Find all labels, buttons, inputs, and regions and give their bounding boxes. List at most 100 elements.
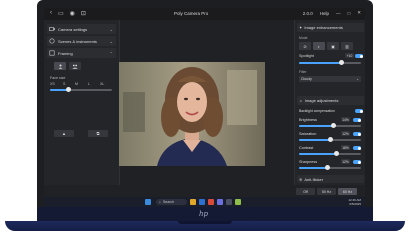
start-icon[interactable] bbox=[145, 199, 151, 205]
back-icon[interactable]: ‹ bbox=[50, 10, 52, 17]
anti-flicker-50hz-button[interactable]: 50 Hz bbox=[317, 188, 336, 195]
app-icon[interactable] bbox=[235, 199, 241, 205]
filter-dropdown[interactable]: Cloudy ⌄ bbox=[299, 76, 361, 82]
laptop-notch bbox=[178, 221, 232, 224]
adjustments-icon: ☼ bbox=[299, 98, 303, 103]
contrast-slider[interactable] bbox=[299, 151, 361, 156]
brightness-toggle[interactable] bbox=[353, 118, 361, 122]
image-adjustments-row[interactable]: ☼ Image adjustments bbox=[297, 96, 364, 105]
taskbar-search[interactable]: ⌕ Search bbox=[156, 199, 187, 205]
camera-settings-label: Camera settings bbox=[58, 26, 88, 32]
anti-flicker-off-button[interactable]: Off bbox=[296, 188, 315, 195]
saturation-toggle[interactable] bbox=[353, 132, 361, 136]
person-framing-button[interactable] bbox=[54, 62, 66, 70]
saturation-value[interactable]: 12% bbox=[341, 131, 350, 136]
title-bar-icons: ‹ ▭ ◉ ⊡ bbox=[50, 10, 86, 17]
face-size-slider[interactable] bbox=[50, 87, 112, 92]
camera-app-icon[interactable] bbox=[226, 199, 232, 205]
hp-logo: hp bbox=[199, 210, 208, 218]
backlight-toggle[interactable] bbox=[355, 109, 363, 113]
slider-thumb[interactable] bbox=[331, 123, 336, 128]
scenes-row[interactable]: Scenes & instruments ⌄ bbox=[47, 36, 116, 46]
right-panel: ✦ Image enhancements Mode ⊘ ◐ ▣ ▥ Spotli… bbox=[294, 20, 365, 185]
flicker-icon: ≋ bbox=[299, 176, 303, 182]
explorer-icon[interactable] bbox=[190, 199, 196, 205]
copy-icon: ⧉ bbox=[96, 131, 100, 136]
person-icon bbox=[58, 64, 62, 69]
none-icon: ⊘ bbox=[303, 43, 307, 49]
chevron-up-icon: ⌃ bbox=[109, 50, 113, 56]
brightness-value[interactable]: 14% bbox=[341, 117, 350, 122]
background-icon: ▣ bbox=[331, 43, 335, 49]
image-enhancements-icon: ✦ bbox=[299, 25, 303, 30]
reset-button[interactable]: ▲ bbox=[54, 130, 74, 137]
sharpness-slider[interactable] bbox=[299, 165, 361, 170]
browser-icon[interactable] bbox=[199, 199, 205, 205]
slider-thumb[interactable] bbox=[66, 87, 71, 92]
slider-thumb[interactable] bbox=[339, 60, 344, 65]
camera-settings-row[interactable]: Camera settings ⌄ bbox=[47, 24, 116, 34]
scale-label: M bbox=[75, 82, 78, 86]
window-icon[interactable]: ▭ bbox=[58, 10, 64, 17]
mode-image-button[interactable]: ▥ bbox=[341, 42, 353, 50]
slider-thumb[interactable] bbox=[325, 165, 330, 170]
blur-icon: ◐ bbox=[317, 43, 321, 49]
framing-row[interactable]: Framing ⌃ bbox=[47, 48, 116, 58]
scale-label: XS bbox=[50, 82, 55, 86]
camera-icon[interactable]: ◉ bbox=[70, 10, 75, 17]
image-icon: ▥ bbox=[345, 43, 349, 49]
anti-flicker-60hz-button[interactable]: 60 Hz bbox=[338, 188, 357, 195]
filter-value: Cloudy bbox=[301, 77, 312, 81]
camera-preview bbox=[119, 62, 265, 166]
anti-flicker-row[interactable]: ≋ Anti-flicker bbox=[297, 175, 364, 183]
copy-button[interactable]: ⧉ bbox=[88, 130, 108, 137]
minimize-button[interactable]: — bbox=[336, 11, 341, 16]
camera-preview-image bbox=[119, 62, 265, 166]
version-label: 2.0.0 bbox=[302, 10, 313, 16]
pin-icon[interactable]: ⊡ bbox=[81, 10, 86, 17]
help-link[interactable]: Help bbox=[320, 11, 329, 16]
taskbar: ⌕ Search 12:46 AM 6/5/2025 bbox=[44, 197, 365, 207]
close-button[interactable]: ✕ bbox=[357, 10, 361, 16]
framing-icon bbox=[49, 50, 55, 56]
spotlight-slider[interactable] bbox=[299, 60, 361, 65]
clock-date: 6/5/2025 bbox=[349, 202, 361, 206]
scale-label: XL bbox=[100, 82, 105, 86]
scenes-icon bbox=[49, 38, 55, 44]
window-controls: 2.0.0 Help — □ ✕ bbox=[303, 10, 361, 16]
saturation-slider[interactable] bbox=[299, 137, 361, 142]
image-enhancements-row[interactable]: ✦ Image enhancements bbox=[297, 23, 364, 32]
framing-label: Framing bbox=[58, 50, 73, 56]
slider-thumb[interactable] bbox=[328, 137, 333, 142]
slider-thumb[interactable] bbox=[334, 151, 339, 156]
mode-background-button[interactable]: ▣ bbox=[327, 42, 339, 50]
mode-blur-button[interactable]: ◐ bbox=[313, 42, 325, 50]
spotlight-value[interactable]: +10 bbox=[345, 53, 354, 58]
title-bar: ‹ ▭ ◉ ⊡ Poly Camera Pro 2.0.0 Help — □ ✕ bbox=[44, 8, 365, 20]
brightness-slider[interactable] bbox=[299, 123, 361, 128]
chevron-down-icon: ⌄ bbox=[109, 38, 113, 44]
maximize-button[interactable]: □ bbox=[348, 11, 351, 16]
triangle-icon: ▲ bbox=[62, 131, 66, 136]
group-framing-button[interactable] bbox=[69, 62, 81, 70]
contrast-value[interactable]: 18% bbox=[341, 145, 350, 150]
laptop-screen: ‹ ▭ ◉ ⊡ Poly Camera Pro 2.0.0 Help — □ ✕… bbox=[44, 8, 365, 207]
slider-fill bbox=[299, 167, 327, 169]
scenes-label: Scenes & instruments bbox=[58, 38, 97, 44]
brightness-label: Brightness bbox=[299, 118, 317, 122]
image-adjustments-label: Image adjustments bbox=[304, 98, 339, 103]
spotlight-toggle[interactable] bbox=[355, 54, 363, 58]
slider-fill bbox=[299, 125, 333, 127]
saturation-label: Saturation bbox=[299, 132, 317, 136]
store-icon[interactable] bbox=[208, 199, 214, 205]
chevron-down-icon: ⌄ bbox=[109, 26, 113, 32]
teams-icon[interactable] bbox=[217, 199, 223, 205]
sharpness-value[interactable]: 12% bbox=[341, 159, 350, 164]
contrast-toggle[interactable] bbox=[353, 146, 361, 150]
sharpness-label: Sharpness bbox=[299, 160, 318, 164]
spotlight-label: Spotlight bbox=[299, 54, 314, 58]
system-tray[interactable]: 12:46 AM 6/5/2025 bbox=[348, 198, 361, 206]
slider-fill bbox=[299, 153, 336, 155]
sharpness-toggle[interactable] bbox=[353, 160, 361, 164]
mode-off-button[interactable]: ⊘ bbox=[299, 42, 311, 50]
